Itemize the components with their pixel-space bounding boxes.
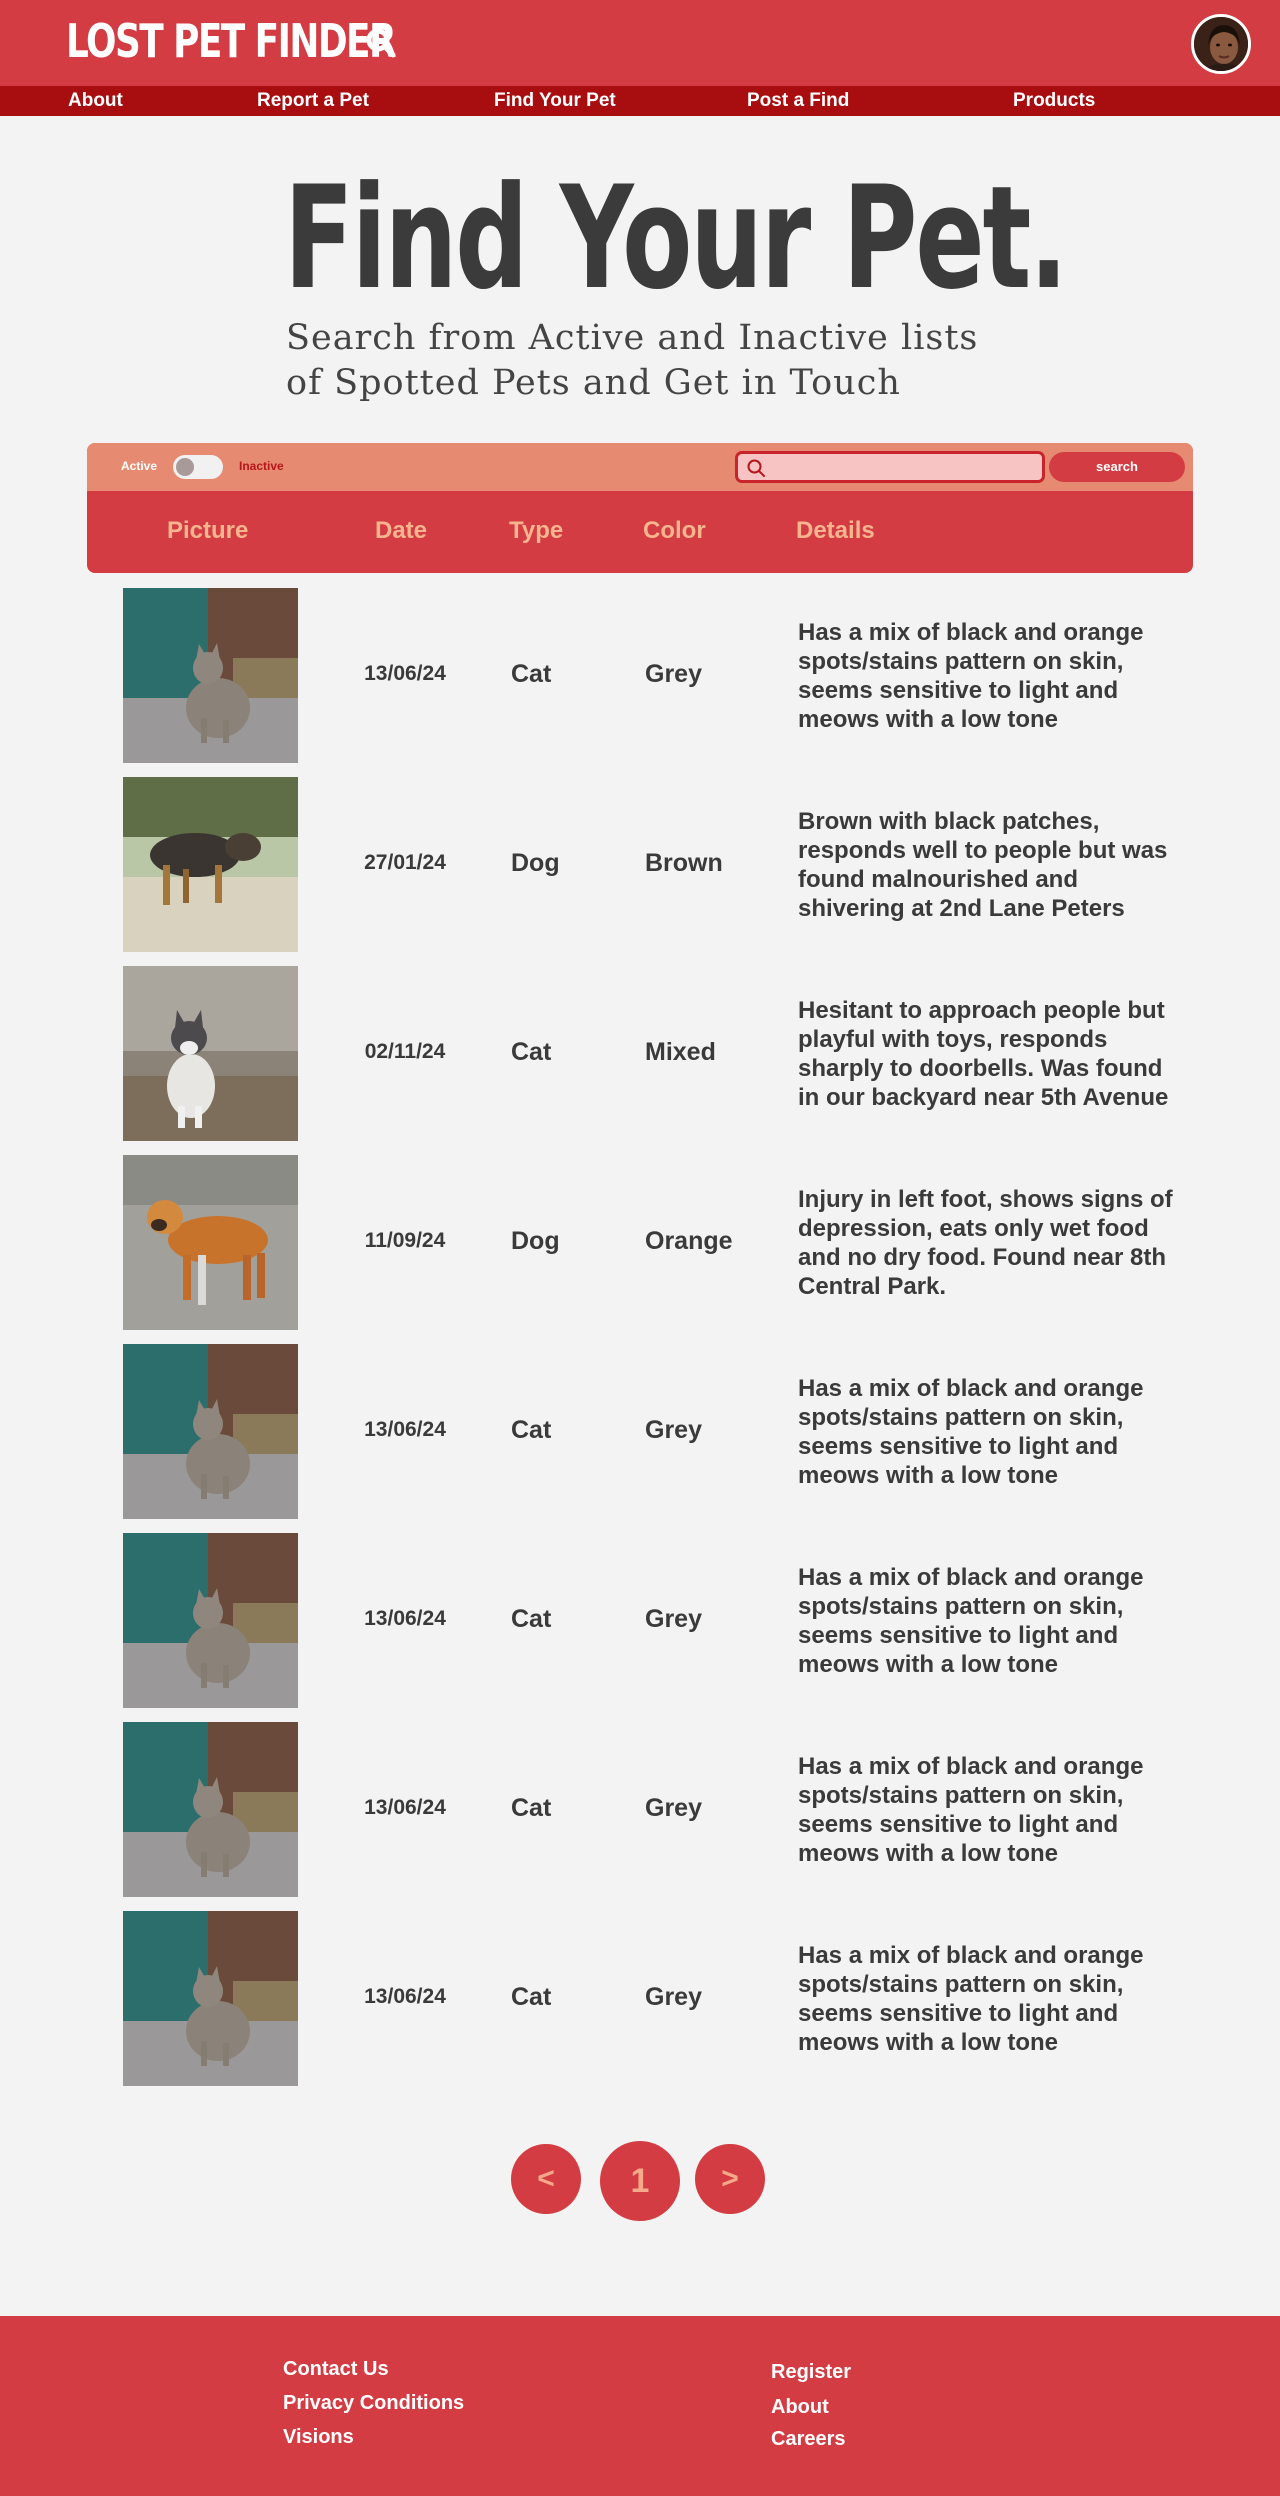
column-header-type: Type <box>509 517 564 544</box>
row-details: Has a mix of black and orange spots/stai… <box>798 1564 1144 1678</box>
row-type: Dog <box>511 1227 560 1255</box>
subtitle-line-2: of Spotted Pets and Get in Touch <box>286 363 901 403</box>
row-details: Brown with black patches, responds well … <box>798 808 1168 922</box>
dog-image <box>123 1155 298 1330</box>
row-type: Dog <box>511 849 560 877</box>
avatar-icon <box>1194 17 1248 71</box>
row-date: 13/06/24 <box>364 1607 446 1630</box>
row-date: 27/01/24 <box>364 851 446 874</box>
page-title: Find Your Pet. <box>284 156 1068 321</box>
row-color: Grey <box>645 660 702 688</box>
row-type: Cat <box>511 1416 552 1444</box>
nav-report-a-pet[interactable]: Report a Pet <box>257 90 369 112</box>
row-details: Has a mix of black and orange spots/stai… <box>798 619 1144 733</box>
mixed-cat-photo[interactable] <box>123 966 298 1141</box>
cat-image <box>123 588 298 763</box>
row-date: 13/06/24 <box>364 1985 446 2008</box>
cat-image <box>123 966 298 1141</box>
row-color: Grey <box>645 1794 702 1822</box>
column-header-color: Color <box>643 517 706 544</box>
row-date: 13/06/24 <box>364 662 446 685</box>
nav-about[interactable]: About <box>68 90 123 112</box>
search-icon[interactable] <box>364 26 398 60</box>
user-avatar[interactable] <box>1191 14 1251 74</box>
table-row[interactable]: 13/06/24 Cat Grey Has a mix of black and… <box>0 588 1280 764</box>
grey-cat-photo[interactable] <box>123 1344 298 1519</box>
toggle-knob[interactable] <box>176 458 194 476</box>
table-row[interactable]: 02/11/24 Cat Mixed Hesitant to approach … <box>0 966 1280 1142</box>
row-color: Orange <box>645 1227 733 1255</box>
cat-image <box>123 1344 298 1519</box>
row-type: Cat <box>511 1605 552 1633</box>
cat-image <box>123 1911 298 2086</box>
row-type: Cat <box>511 1794 552 1822</box>
row-color: Brown <box>645 849 723 877</box>
orange-dog-photo[interactable] <box>123 1155 298 1330</box>
main-nav: About Report a Pet Find Your Pet Post a … <box>0 86 1280 116</box>
row-color: Grey <box>645 1983 702 2011</box>
active-label[interactable]: Active <box>121 459 157 473</box>
footer-link-about[interactable]: About <box>771 2396 829 2419</box>
column-header-details: Details <box>796 517 875 544</box>
footer-link-contact-us[interactable]: Contact Us <box>283 2358 389 2381</box>
grey-cat-photo[interactable] <box>123 1533 298 1708</box>
filter-bar: Active Inactive search <box>87 443 1193 491</box>
column-header-date: Date <box>375 517 428 544</box>
row-date: 13/06/24 <box>364 1796 446 1819</box>
row-type: Cat <box>511 660 552 688</box>
search-field[interactable] <box>735 451 1045 483</box>
row-color: Mixed <box>645 1038 716 1066</box>
brand-logo[interactable]: LOST PET FINDER <box>66 14 397 68</box>
subtitle-line-1: Search from Active and Inactive lists <box>286 318 979 358</box>
table-row[interactable]: 13/06/24 Cat Grey Has a mix of black and… <box>0 1911 1280 2087</box>
brown-dog-photo[interactable] <box>123 777 298 952</box>
prev-page-button[interactable]: < <box>511 2144 581 2214</box>
dog-image <box>123 777 298 952</box>
footer-link-careers[interactable]: Careers <box>771 2428 846 2451</box>
current-page-button[interactable]: 1 <box>600 2141 680 2221</box>
row-type: Cat <box>511 1038 552 1066</box>
row-details: Has a mix of black and orange spots/stai… <box>798 1753 1144 1867</box>
filter-panel: Active Inactive search Picture Date Type… <box>87 443 1193 573</box>
cat-image <box>123 1722 298 1897</box>
cat-image <box>123 1533 298 1708</box>
footer-link-visions[interactable]: Visions <box>283 2426 354 2449</box>
row-details: Has a mix of black and orange spots/stai… <box>798 1942 1144 2056</box>
row-color: Grey <box>645 1416 702 1444</box>
table-row[interactable]: 13/06/24 Cat Grey Has a mix of black and… <box>0 1344 1280 1520</box>
search-icon <box>747 459 765 477</box>
page-subtitle: Search from Active and Inactive lists of… <box>286 316 1006 406</box>
top-bar: LOST PET FINDER <box>0 0 1280 86</box>
footer-link-register[interactable]: Register <box>771 2361 851 2384</box>
table-row[interactable]: 13/06/24 Cat Grey Has a mix of black and… <box>0 1533 1280 1709</box>
nav-post-a-find[interactable]: Post a Find <box>747 90 849 112</box>
row-color: Grey <box>645 1605 702 1633</box>
table-row[interactable]: 11/09/24 Dog Orange Injury in left foot,… <box>0 1155 1280 1331</box>
grey-cat-photo[interactable] <box>123 1911 298 2086</box>
nav-find-your-pet[interactable]: Find Your Pet <box>494 90 616 112</box>
grey-cat-photo[interactable] <box>123 1722 298 1897</box>
active-inactive-toggle[interactable] <box>173 455 223 479</box>
inactive-label[interactable]: Inactive <box>239 459 284 473</box>
table-row[interactable]: 27/01/24 Dog Brown Brown with black patc… <box>0 777 1280 953</box>
row-type: Cat <box>511 1983 552 2011</box>
row-date: 11/09/24 <box>364 1229 446 1252</box>
next-page-button[interactable]: > <box>695 2144 765 2214</box>
table-row[interactable]: 13/06/24 Cat Grey Has a mix of black and… <box>0 1722 1280 1898</box>
row-details: Hesitant to approach people but playful … <box>798 997 1169 1111</box>
row-details: Injury in left foot, shows signs of depr… <box>798 1186 1173 1300</box>
grey-cat-photo[interactable] <box>123 588 298 763</box>
nav-products[interactable]: Products <box>1013 90 1095 112</box>
search-button[interactable]: search <box>1049 452 1185 482</box>
row-date: 13/06/24 <box>364 1418 446 1441</box>
search-input[interactable] <box>772 456 1036 478</box>
column-header-picture: Picture <box>167 517 249 544</box>
row-details: Has a mix of black and orange spots/stai… <box>798 1375 1144 1489</box>
row-date: 02/11/24 <box>364 1040 446 1063</box>
footer-link-privacy-conditions[interactable]: Privacy Conditions <box>283 2392 464 2415</box>
footer: Contact Us Privacy Conditions Visions Re… <box>0 2316 1280 2496</box>
